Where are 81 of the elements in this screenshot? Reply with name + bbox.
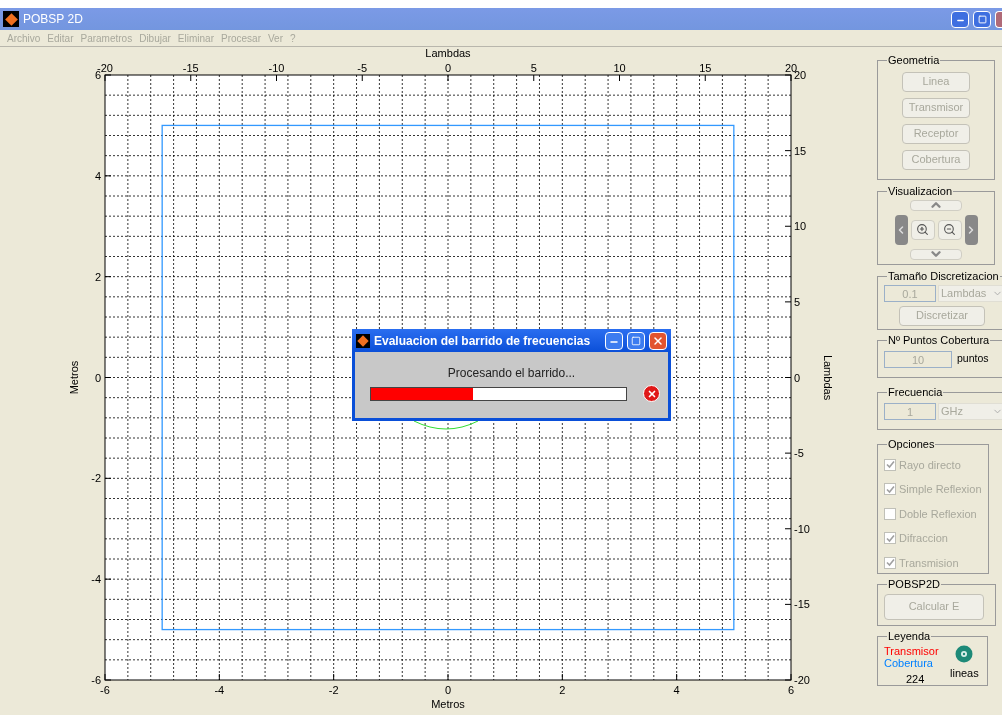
top-tick-label: 0	[444, 62, 452, 74]
minimize-button[interactable]	[951, 10, 969, 28]
group-title: Frecuencia	[887, 385, 944, 400]
right-tick-label: 10	[794, 220, 807, 233]
right-tick-label: -20	[794, 674, 810, 686]
top-tick-label: -15	[182, 62, 199, 74]
zoom-in-icon	[916, 223, 929, 236]
points-field[interactable]: 10	[884, 350, 952, 368]
window-title: POBSP 2D	[23, 11, 84, 28]
maximize-icon	[631, 335, 641, 346]
group-title: POBSP2D	[887, 577, 941, 592]
top-tick-label: 10	[613, 62, 626, 74]
close-icon	[652, 334, 664, 347]
app-icon	[3, 11, 19, 27]
top-tick-label: 5	[530, 62, 537, 74]
cancel-button[interactable]	[643, 385, 660, 402]
zoom-in-button[interactable]	[910, 219, 935, 240]
group-title: Opciones	[887, 437, 936, 452]
y-tick-label: -2	[91, 472, 101, 485]
y-tick-label: 2	[94, 270, 101, 283]
x-tick-label: 2	[559, 684, 566, 696]
arc-drawing	[413, 420, 479, 430]
group-title: Geometria	[887, 53, 941, 68]
restore-icon	[977, 14, 987, 24]
top-tick-label: 15	[699, 62, 712, 74]
dialog-title: Evaluacion del barrido de frecuencias	[374, 332, 592, 350]
close-icon	[646, 388, 657, 399]
group-title: Tamaño Discretizacion	[887, 269, 1000, 284]
checkbox-label: Transmision	[899, 555, 959, 571]
x-axis-title: Metros	[431, 698, 465, 710]
unit-dropdown[interactable]: Lambdas	[938, 284, 1002, 302]
right-tick-label: 15	[794, 144, 807, 157]
maximize-button[interactable]	[627, 331, 645, 350]
close-button[interactable]	[649, 331, 667, 350]
right-tick-label: 5	[794, 295, 801, 308]
x-tick-label: -4	[214, 684, 225, 696]
y-tick-label: -4	[91, 573, 101, 586]
group-title: Nº Puntos Cobertura	[887, 333, 991, 348]
checkbox-label: Simple Reflexion	[899, 482, 982, 497]
discretization-field[interactable]: 0.1	[884, 284, 936, 302]
y-tick-label: -6	[91, 674, 101, 686]
y-tick-label: 0	[94, 371, 101, 384]
top-axis-title: Lambdas	[425, 47, 471, 59]
pan-left-button[interactable]	[894, 214, 908, 245]
right-tick-label: -10	[794, 522, 810, 535]
close-button[interactable]	[995, 10, 1002, 28]
restore-button[interactable]	[973, 10, 991, 28]
right-axis-title: Lambdas	[822, 354, 834, 401]
legend-entry: Transmisor	[884, 644, 940, 657]
pan-up-button[interactable]	[910, 199, 962, 211]
disc-icon	[955, 644, 974, 663]
x-tick-label: 6	[787, 684, 795, 696]
zoom-out-icon	[943, 223, 956, 236]
pan-down-button[interactable]	[910, 248, 962, 260]
group-title: Leyenda	[887, 629, 932, 644]
x-tick-label: -6	[100, 684, 110, 696]
line-count-unit: lineas	[950, 665, 979, 681]
right-tick-label: -5	[794, 447, 804, 460]
line-count: 224	[906, 671, 926, 687]
right-tick-label: -15	[794, 598, 810, 611]
frequency-field[interactable]: 1	[884, 402, 936, 420]
checkbox-label: Doble Reflexion	[899, 506, 977, 522]
y-tick-label: 4	[94, 169, 101, 182]
top-tick-label: -5	[357, 62, 368, 74]
checkbox-label: Rayo directo	[899, 457, 961, 473]
top-tick-label: -10	[268, 62, 285, 74]
group-title: Visualizacion	[887, 184, 953, 199]
points-unit: puntos	[957, 351, 989, 367]
minimize-button[interactable]	[605, 331, 623, 350]
right-tick-label: 0	[794, 371, 801, 384]
progress-message: Procesando el barrido...	[446, 365, 577, 382]
zoom-out-button[interactable]	[937, 219, 962, 240]
pan-right-button[interactable]	[964, 214, 978, 245]
x-tick-label: 4	[673, 684, 680, 696]
checkbox-label: Difraccion	[899, 531, 948, 546]
x-tick-label: -2	[328, 684, 339, 696]
x-tick-label: 0	[444, 684, 452, 696]
app-icon	[356, 333, 370, 348]
frequency-unit-dropdown[interactable]: GHz	[938, 402, 1002, 420]
y-axis-title: Metros	[68, 360, 80, 395]
legend-entry: Cobertura	[884, 656, 934, 669]
